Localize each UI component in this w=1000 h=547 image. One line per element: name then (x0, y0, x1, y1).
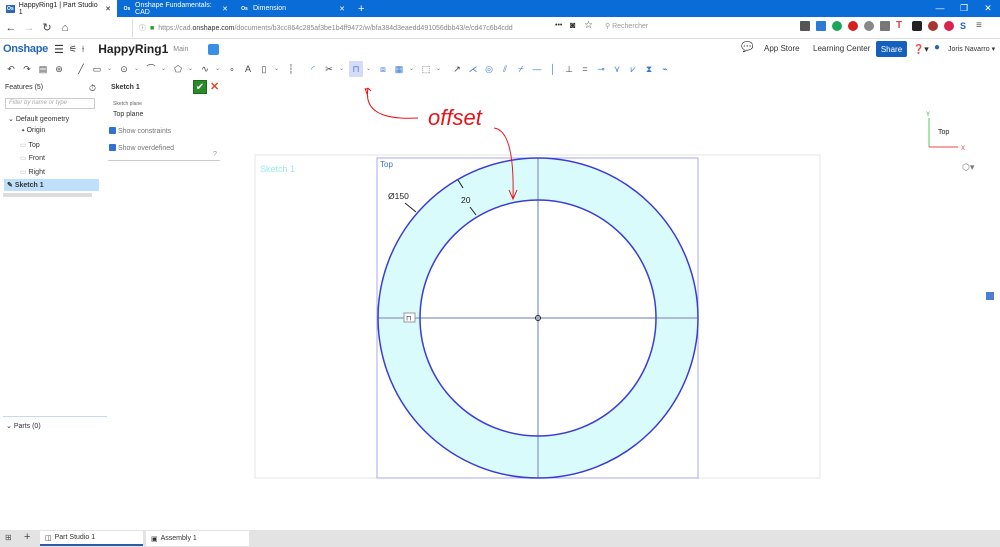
dimension-leader (404, 202, 417, 213)
add-tab-icon[interactable]: + (24, 531, 30, 543)
diameter-dimension[interactable]: Ø150 (388, 191, 409, 201)
tab-part-studio-1[interactable]: ◫ Part Studio 1 (40, 531, 143, 546)
sketch-label: Sketch 1 (260, 164, 295, 174)
offset-annotation: offset (428, 105, 483, 130)
tab-assembly-1[interactable]: ▣ Assembly 1 (146, 531, 249, 546)
annotation-arrow-to-tool (364, 87, 419, 119)
assembly-icon: ▣ (151, 535, 158, 543)
appearance-icon[interactable] (986, 292, 994, 300)
bottom-tab-bar: ⊞ + ◫ Part Studio 1 ▣ Assembly 1 (0, 530, 1000, 547)
view-options-icon[interactable]: ⬡▾ (962, 162, 975, 172)
part-studio-icon: ◫ (45, 534, 52, 542)
offset-marker: ⊓ (406, 316, 411, 323)
x-axis-label: X (961, 146, 965, 152)
tab-manager-icon[interactable]: ⊞ (5, 533, 12, 542)
graphics-canvas[interactable]: Sketch 1 Top ⊓ Ø150 20 offset Y X Top ⬡▾ (0, 0, 1000, 530)
plane-label: Top (380, 160, 393, 169)
offset-dimension[interactable]: 20 (461, 195, 471, 205)
y-axis-label: Y (926, 112, 930, 118)
view-cube-label[interactable]: Top (938, 129, 949, 136)
